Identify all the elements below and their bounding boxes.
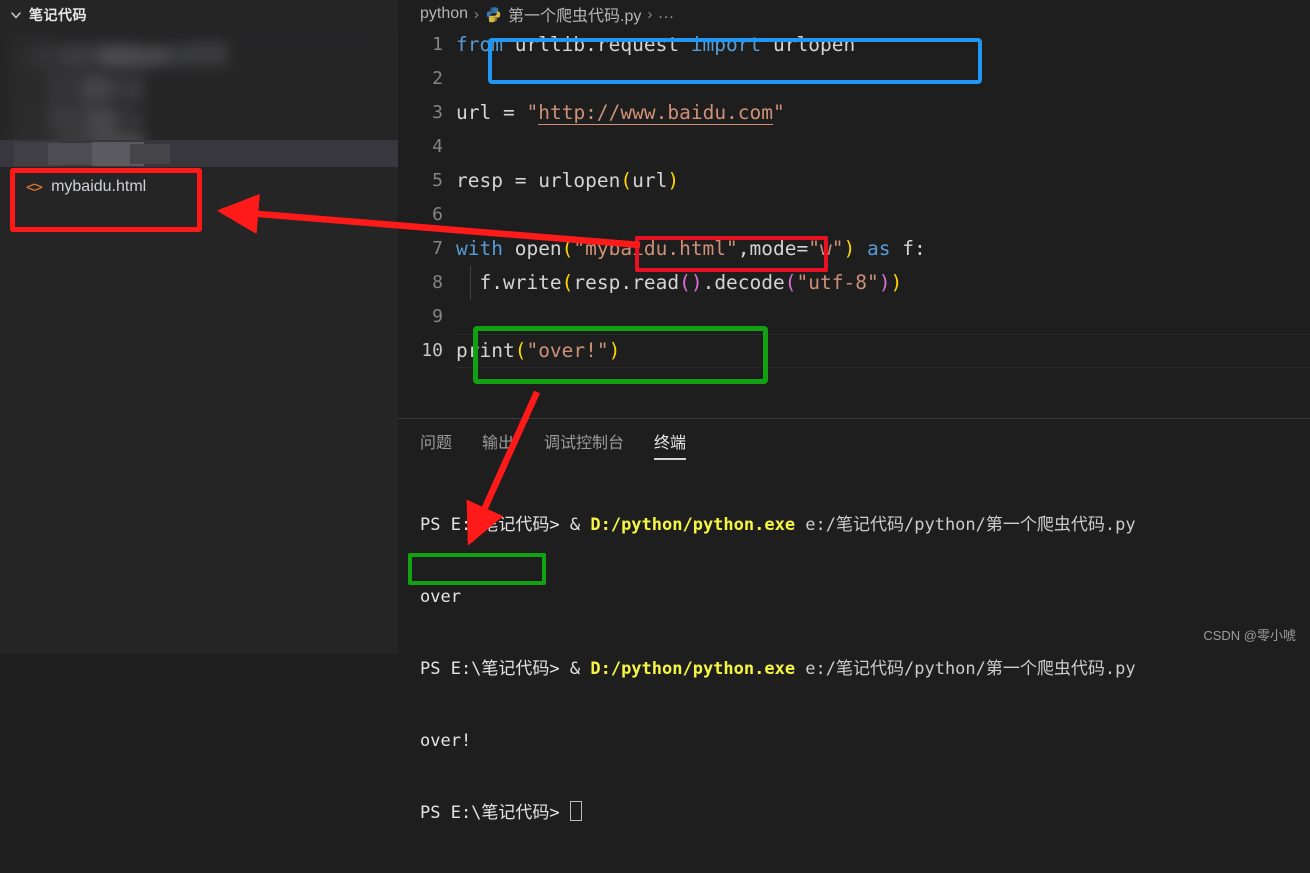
breadcrumb-folder[interactable]: python bbox=[420, 5, 468, 23]
editor-area: python › 第一个爬虫代码.py › ... 1 from urllib.… bbox=[398, 0, 1310, 823]
code-text: url = "http://www.baidu.com" bbox=[456, 101, 785, 125]
python-logo-icon bbox=[485, 6, 502, 23]
explorer-sidebar: 笔记代码 <> mybaidu.html bbox=[0, 0, 398, 654]
code-text: with open("mybaidu.html",mode="w") as f: bbox=[456, 237, 926, 260]
panel-tabs: 问题 输出 调试控制台 终端 bbox=[398, 419, 1310, 465]
line-number: 8 bbox=[432, 272, 443, 293]
terminal-result-over: over! bbox=[420, 731, 472, 751]
selected-file-row[interactable] bbox=[0, 140, 398, 167]
terminal-command-path: D:/python/python.exe bbox=[590, 515, 796, 535]
sidebar-file-mybaidu[interactable]: <> mybaidu.html bbox=[14, 172, 184, 202]
line-number: 3 bbox=[432, 102, 443, 123]
breadcrumb[interactable]: python › 第一个爬虫代码.py › ... bbox=[398, 0, 1310, 28]
line-number: 5 bbox=[432, 170, 443, 191]
current-line-highlight bbox=[456, 334, 1310, 368]
terminal-line: PS E:\笔记代码> & D:/python/python.exe e:/笔记… bbox=[420, 657, 1310, 681]
code-editor[interactable]: 1 from urllib.request import urlopen 2 3… bbox=[398, 28, 1310, 418]
terminal-output[interactable]: PS E:\笔记代码> & D:/python/python.exe e:/笔记… bbox=[398, 465, 1310, 873]
line-number: 10 bbox=[421, 340, 443, 361]
watermark: CSDN @零小唬 bbox=[1203, 628, 1296, 643]
line-number: 9 bbox=[432, 306, 443, 327]
indent-guide bbox=[470, 266, 471, 300]
breadcrumb-separator-icon: › bbox=[474, 5, 480, 23]
line-number: 2 bbox=[432, 68, 443, 89]
terminal-command-path: D:/python/python.exe bbox=[590, 659, 796, 679]
line-number: 7 bbox=[432, 238, 443, 259]
terminal-cursor bbox=[569, 801, 582, 821]
explorer-folder-label: 笔记代码 bbox=[29, 7, 87, 23]
code-line-10[interactable]: 10 print("over!") bbox=[398, 334, 1310, 368]
terminal-prompt: PS E:\笔记代码> & bbox=[420, 659, 591, 679]
breadcrumb-separator2-icon: › bbox=[647, 5, 653, 23]
tab-terminal[interactable]: 终端 bbox=[654, 429, 687, 460]
terminal-line: over! bbox=[420, 729, 1310, 753]
code-line-2[interactable]: 2 bbox=[398, 62, 1310, 96]
line-number: 4 bbox=[432, 136, 443, 157]
tab-debug-console[interactable]: 调试控制台 bbox=[544, 429, 624, 456]
line-number: 1 bbox=[432, 34, 443, 55]
terminal-result: over bbox=[420, 587, 461, 607]
terminal-line: over bbox=[420, 585, 1310, 609]
terminal-prompt: PS E:\笔记代码> & bbox=[420, 515, 591, 535]
terminal-command-arg: e:/笔记代码/python/第一个爬虫代码.py bbox=[795, 515, 1136, 535]
terminal-line[interactable]: PS E:\笔记代码> bbox=[420, 801, 1310, 825]
code-line-8[interactable]: 8 f.write(resp.read().decode("utf-8")) bbox=[398, 266, 1310, 300]
code-line-7[interactable]: 7 with open("mybaidu.html",mode="w") as … bbox=[398, 232, 1310, 266]
code-file-icon: <> bbox=[26, 178, 43, 196]
code-line-5[interactable]: 5 resp = urlopen(url) bbox=[398, 164, 1310, 198]
explorer-folder-header[interactable]: 笔记代码 bbox=[0, 0, 398, 30]
tab-output[interactable]: 输出 bbox=[482, 429, 514, 456]
breadcrumb-file[interactable]: 第一个爬虫代码.py bbox=[508, 2, 641, 26]
code-line-4[interactable]: 4 bbox=[398, 130, 1310, 164]
code-line-3[interactable]: 3 url = "http://www.baidu.com" bbox=[398, 96, 1310, 130]
code-text: from urllib.request import urlopen bbox=[456, 33, 856, 56]
code-line-9[interactable]: 9 bbox=[398, 300, 1310, 334]
vscode-window: 笔记代码 <> mybaidu.html python › 第一个爬虫代码.py… bbox=[0, 0, 1310, 823]
code-text: f.write(resp.read().decode("utf-8")) bbox=[456, 271, 903, 294]
terminal-prompt: PS E:\笔记代码> bbox=[420, 803, 570, 823]
bottom-panel: 问题 输出 调试控制台 终端 PS E:\笔记代码> & D:/python/p… bbox=[398, 418, 1310, 823]
chevron-down-icon[interactable] bbox=[8, 7, 24, 23]
code-line-6[interactable]: 6 bbox=[398, 198, 1310, 232]
sidebar-file-label: mybaidu.html bbox=[51, 178, 147, 195]
code-line-1[interactable]: 1 from urllib.request import urlopen bbox=[398, 28, 1310, 62]
line-number: 6 bbox=[432, 204, 443, 225]
tab-problems[interactable]: 问题 bbox=[420, 429, 452, 456]
breadcrumb-overflow[interactable]: ... bbox=[658, 5, 674, 23]
code-text: resp = urlopen(url) bbox=[456, 169, 680, 192]
terminal-line: PS E:\笔记代码> & D:/python/python.exe e:/笔记… bbox=[420, 513, 1310, 537]
terminal-command-arg: e:/笔记代码/python/第一个爬虫代码.py bbox=[795, 659, 1136, 679]
